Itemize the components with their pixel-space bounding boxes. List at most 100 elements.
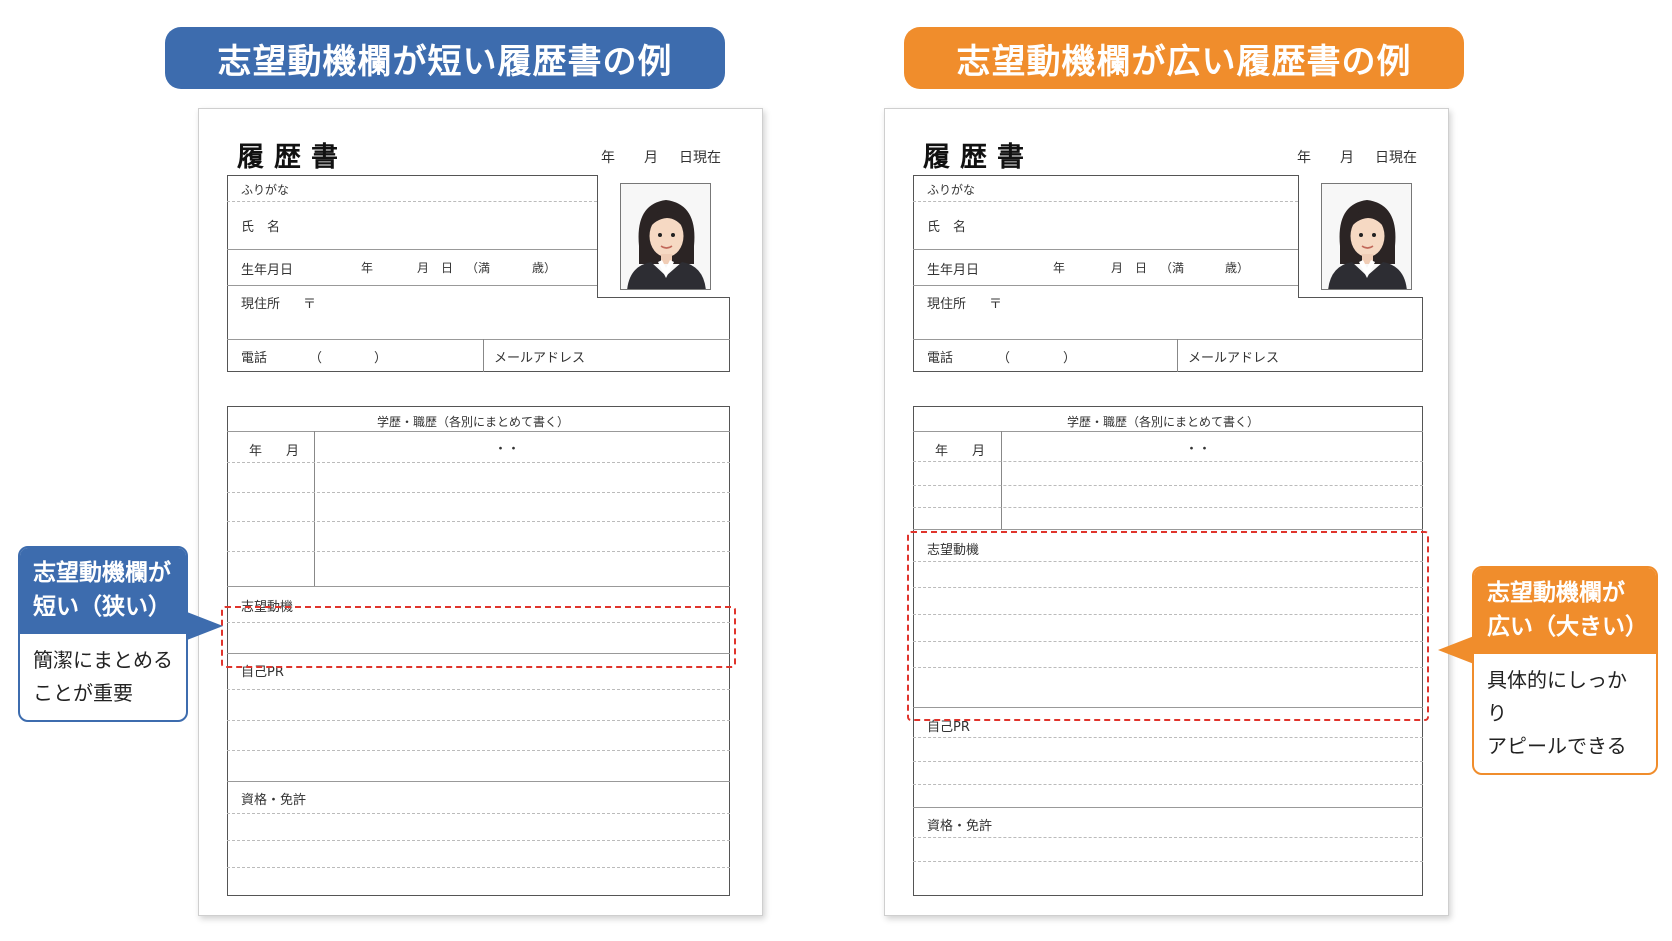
address-divider: [913, 339, 1423, 340]
self-pr-row-line: [227, 689, 730, 690]
history-col-divider: [314, 431, 315, 586]
motivation-highlight-short: [221, 606, 736, 668]
furigana-label: ふりがな: [927, 183, 976, 197]
email-label: メールアドレス: [494, 351, 586, 366]
history-header: 学歴・職歴（各別にまとめて書く）: [377, 415, 570, 429]
furigana-divider: [913, 201, 1298, 202]
name-divider: [913, 249, 1298, 250]
callout-wide-body: 具体的にしっかり アピールできる: [1474, 654, 1656, 773]
licenses-row-line: [227, 840, 730, 841]
motivation-top-divider: [227, 586, 730, 587]
phone-paren-close: ）: [374, 351, 388, 366]
birth-divider: [913, 285, 1298, 286]
name-divider: [227, 249, 597, 250]
address-divider: [227, 339, 730, 340]
motivation-highlight-wide: [907, 531, 1429, 721]
history-row-line: [227, 551, 730, 552]
history-header: 学歴・職歴（各別にまとめて書く）: [1067, 415, 1260, 429]
birth-year-label: 年: [1053, 261, 1066, 275]
birth-age-open: （満: [1160, 261, 1185, 275]
licenses-row-line: [913, 861, 1423, 862]
licenses-top-divider: [913, 807, 1423, 808]
resume-title: 履歴書: [237, 142, 348, 173]
phone-email-divider: [1177, 339, 1178, 372]
history-col-year: 年: [935, 444, 949, 459]
callout-short-title-line1: 志望動機欄が: [33, 560, 171, 586]
address-label: 現住所: [927, 297, 967, 312]
callout-wide-title-line1: 志望動機欄が: [1487, 580, 1625, 606]
licenses-top-divider: [227, 781, 730, 782]
callout-pointer-left: [187, 612, 223, 640]
callout-short: 志望動機欄が 短い（狭い） 簡潔にまとめる ことが重要: [18, 546, 188, 722]
person-photo-icon: [1321, 183, 1412, 290]
self-pr-row-line: [913, 761, 1423, 762]
resume-sheet-short: 履歴書 年 月 日現在 ふりがな 氏 名 生年月日 年 月 日 （満 歳） 現住…: [198, 108, 763, 916]
callout-short-title-line2: 短い（狭い）: [33, 594, 171, 620]
callout-short-body-line2: ことが重要: [33, 681, 133, 705]
birth-age-close: 歳）: [532, 261, 557, 275]
birth-age-close: 歳）: [1225, 261, 1250, 275]
licenses-row-line: [227, 813, 730, 814]
history-row-line: [913, 485, 1423, 486]
name-label: 氏 名: [241, 220, 281, 235]
furigana-label: ふりがな: [241, 183, 290, 197]
banner-wide-example: 志望動機欄が広い履歴書の例: [904, 27, 1464, 89]
self-pr-row-line: [227, 720, 730, 721]
birth-month-day-label: 月 日: [417, 261, 454, 275]
furigana-divider: [227, 201, 597, 202]
self-pr-row-line: [913, 737, 1423, 738]
banner-short-example: 志望動機欄が短い履歴書の例: [165, 27, 725, 89]
date-year-label: 年: [1297, 150, 1311, 166]
history-row-line: [227, 462, 730, 463]
history-row-line: [913, 507, 1423, 508]
callout-wide-title: 志望動機欄が 広い（大きい）: [1474, 568, 1656, 654]
person-photo-icon: [620, 183, 711, 290]
self-pr-row-line: [227, 750, 730, 751]
history-dots: ・・: [1185, 442, 1212, 457]
date-month-label: 月: [1340, 150, 1354, 166]
resume-title: 履歴書: [923, 142, 1034, 173]
birth-label: 生年月日: [927, 263, 980, 278]
history-row-line: [913, 461, 1423, 462]
phone-paren-close: ）: [1063, 351, 1077, 366]
callout-short-body: 簡潔にまとめる ことが重要: [20, 634, 186, 720]
licenses-row-line: [227, 867, 730, 868]
resume-sheet-wide: 履歴書 年 月 日現在 ふりがな 氏 名 生年月日 年 月 日 （満 歳） 現住…: [884, 108, 1449, 916]
phone-paren-open: （: [997, 351, 1011, 366]
callout-wide: 志望動機欄が 広い（大きい） 具体的にしっかり アピールできる: [1472, 566, 1658, 775]
date-day-label: 日現在: [1375, 150, 1417, 166]
licenses-row-line: [913, 837, 1423, 838]
history-dots: ・・: [494, 442, 521, 457]
history-header-divider: [227, 431, 730, 432]
callout-wide-title-line2: 広い（大きい）: [1487, 614, 1648, 640]
callout-pointer-right: [1438, 636, 1474, 664]
birth-month-day-label: 月 日: [1111, 261, 1148, 275]
phone-email-divider: [483, 339, 484, 372]
callout-short-title: 志望動機欄が 短い（狭い）: [20, 548, 186, 634]
date-day-label: 日現在: [679, 150, 721, 166]
phone-paren-open: （: [309, 351, 323, 366]
callout-wide-body-line2: アピールできる: [1487, 734, 1627, 758]
history-col-month: 月: [972, 444, 986, 459]
phone-label: 電話: [927, 351, 954, 366]
history-col-year: 年: [249, 444, 263, 459]
phone-label: 電話: [241, 351, 268, 366]
birth-label: 生年月日: [241, 263, 294, 278]
birth-age-open: （満: [466, 261, 491, 275]
address-label: 現住所: [241, 297, 281, 312]
history-row-line: [227, 521, 730, 522]
history-col-divider: [1001, 431, 1002, 529]
birth-divider: [227, 285, 597, 286]
licenses-label: 資格・免許: [241, 793, 307, 808]
history-row-line: [227, 492, 730, 493]
history-header-divider: [913, 431, 1423, 432]
licenses-label: 資格・免許: [927, 819, 993, 834]
postal-mark: 〒: [989, 297, 1003, 312]
birth-year-label: 年: [361, 261, 374, 275]
history-col-month: 月: [286, 444, 300, 459]
callout-wide-body-line1: 具体的にしっかり: [1487, 668, 1627, 725]
email-label: メールアドレス: [1188, 351, 1280, 366]
date-year-label: 年: [601, 150, 615, 166]
motivation-top-divider: [913, 529, 1423, 530]
self-pr-row-line: [913, 784, 1423, 785]
